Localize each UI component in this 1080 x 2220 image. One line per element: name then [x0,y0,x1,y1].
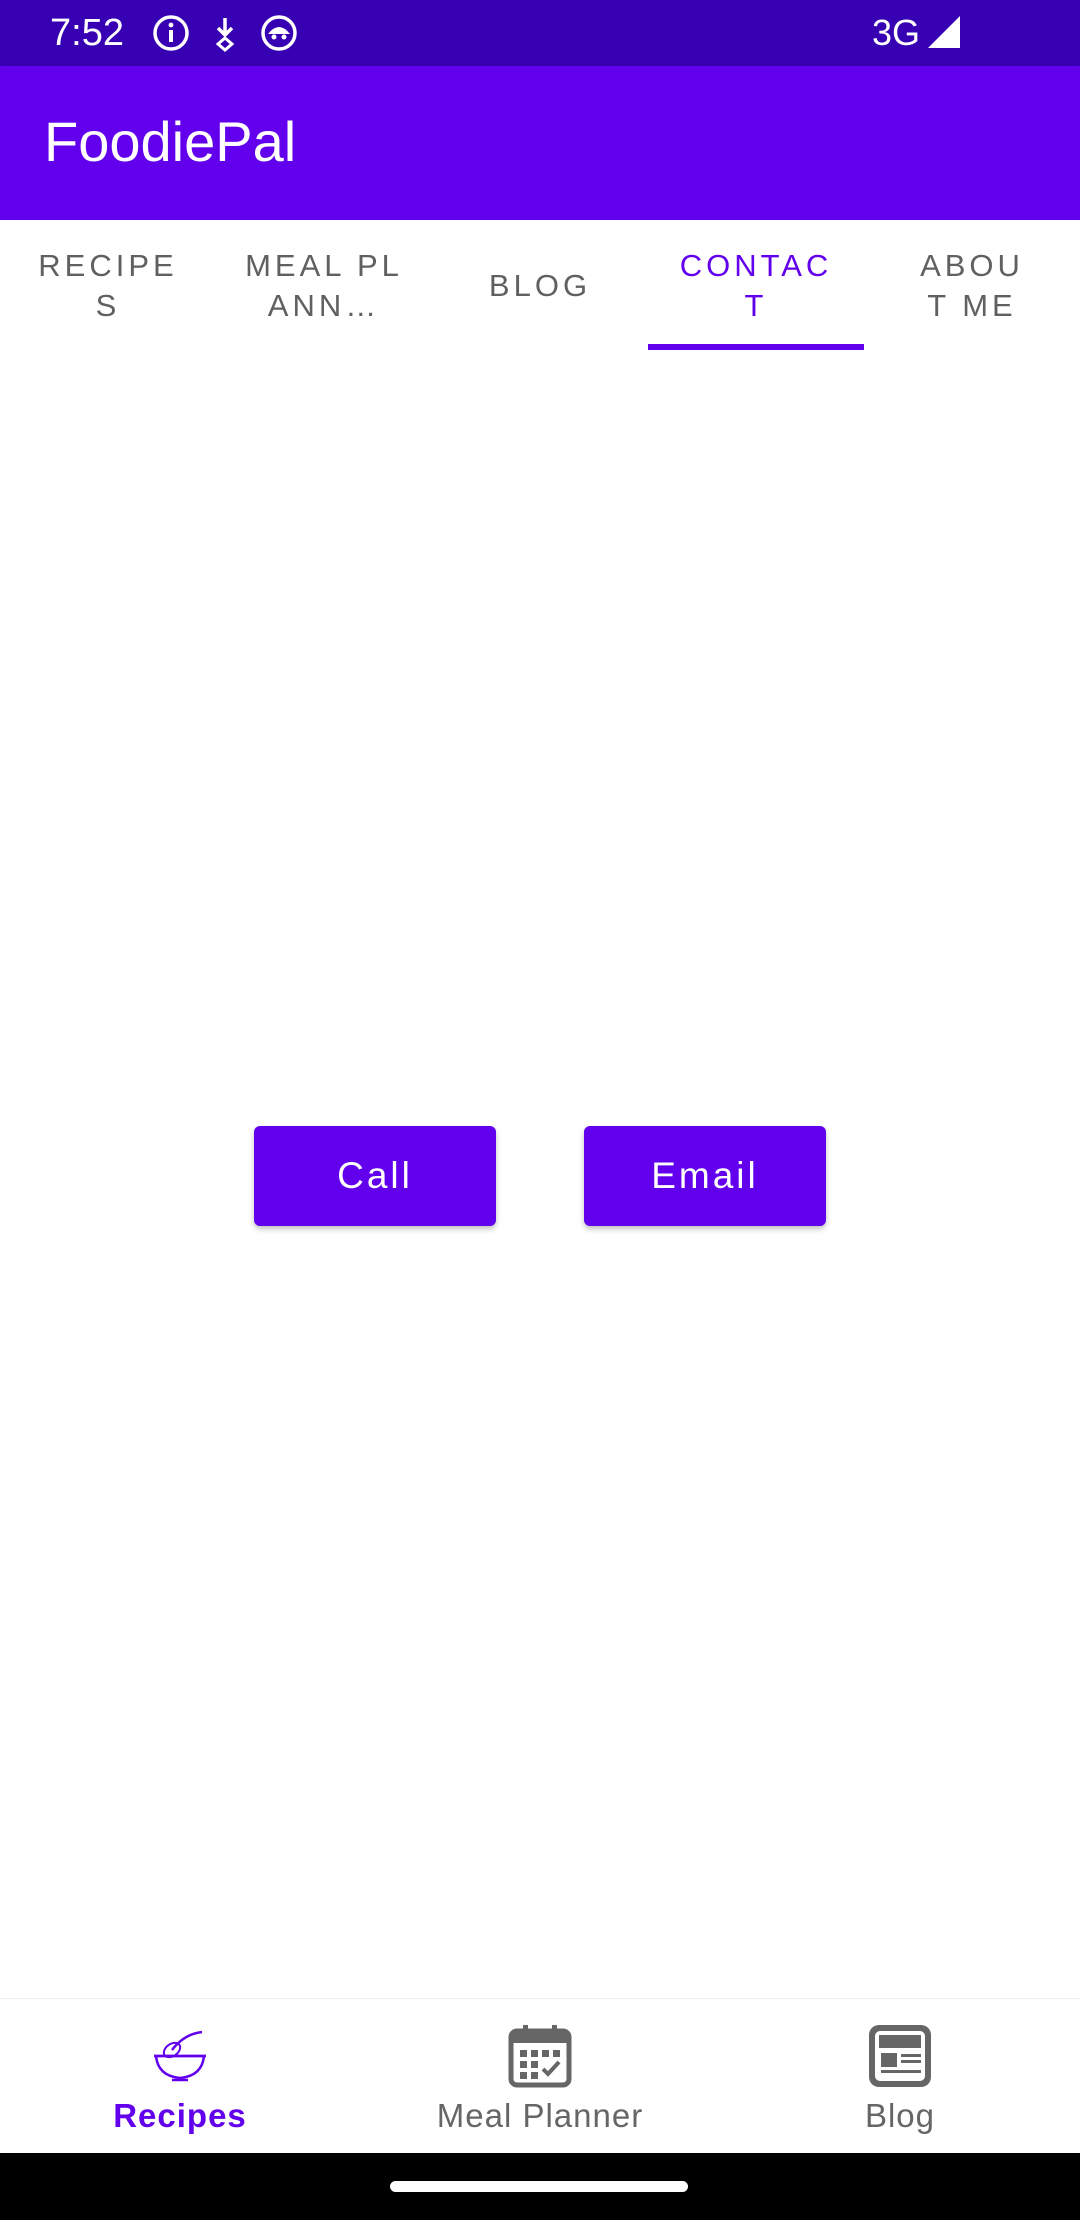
tab-blog[interactable]: BLOG [432,220,648,352]
nav-recipes[interactable]: Recipes [0,1999,360,2154]
email-button[interactable]: Email [584,1126,826,1226]
call-button[interactable]: Call [254,1126,496,1226]
nav-meal-planner[interactable]: Meal Planner [360,1999,720,2154]
network-type: 3G [871,12,920,53]
blog-icon [867,2021,933,2091]
nav-blog[interactable]: Blog [720,1999,1080,2154]
status-bar: 7:52 3G [0,0,1080,66]
tab-meal-planner[interactable]: MEAL PLANN… [216,220,432,352]
nav-label: Blog [864,2097,936,2134]
app-bar: FoodiePal [0,66,1080,220]
status-time: 7:52 [50,12,124,54]
tab-about-me[interactable]: ABOUT ME [864,220,1080,352]
download-arrow-icon [210,14,240,57]
tab-label: BLOG [488,268,592,303]
info-icon [152,14,190,57]
bottom-navigation: Recipes Meal Planner Blog [0,1998,1080,2154]
tab-label: MEAL PLANN… [245,248,403,323]
nav-label: Meal Planner [436,2097,644,2134]
signal-icon [926,16,962,55]
calendar-icon [507,2021,573,2091]
tab-bar: RECIPES MEAL PLANN… BLOG CONTACT ABOUT M… [0,220,1080,352]
tab-recipes[interactable]: RECIPES [0,220,216,352]
android-face-icon [260,14,298,57]
tab-label: RECIPES [38,248,178,323]
tab-contact[interactable]: CONTACT [648,220,864,352]
tab-label: CONTACT [679,248,833,323]
mixing-bowl-icon [150,2021,210,2091]
status-icons [152,14,298,57]
home-gesture-handle[interactable] [390,2181,688,2192]
app-title: FoodiePal [44,110,297,173]
system-navigation-bar [0,2153,1080,2220]
tab-label: ABOUT ME [920,248,1024,323]
nav-label: Recipes [113,2097,247,2134]
